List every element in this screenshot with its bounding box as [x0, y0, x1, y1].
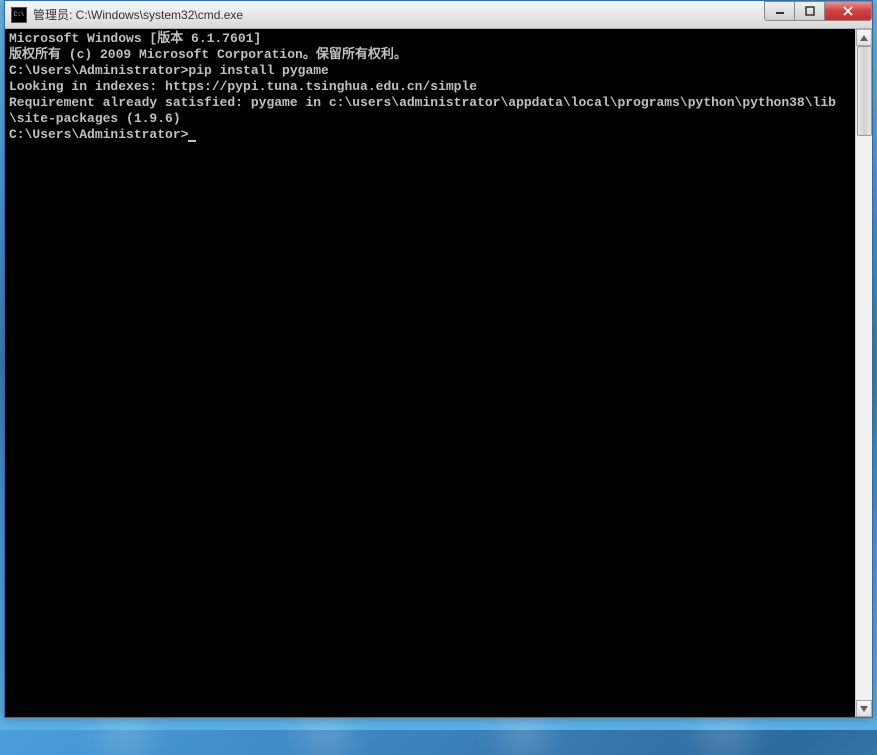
- titlebar[interactable]: 管理员: C:\Windows\system32\cmd.exe: [5, 1, 872, 29]
- window-title: 管理员: C:\Windows\system32\cmd.exe: [33, 6, 764, 23]
- close-button[interactable]: [824, 1, 872, 21]
- window-controls: [764, 1, 872, 21]
- terminal-line: Requirement already satisfied: pygame in…: [9, 95, 851, 127]
- bg-decoration: [700, 715, 750, 755]
- scroll-thumb[interactable]: [857, 46, 872, 136]
- terminal-line: Microsoft Windows [版本 6.1.7601]: [9, 31, 851, 47]
- cmd-icon: [11, 7, 27, 23]
- minimize-button[interactable]: [764, 1, 794, 21]
- cmd-window: 管理员: C:\Windows\system32\cmd.exe Microso…: [4, 0, 873, 718]
- terminal-prompt: C:\Users\Administrator>: [9, 127, 196, 142]
- vertical-scrollbar: [855, 29, 872, 717]
- scroll-up-button[interactable]: [856, 29, 872, 46]
- terminal-line: 版权所有 (c) 2009 Microsoft Corporation。保留所有…: [9, 47, 851, 63]
- terminal-line: Looking in indexes: https://pypi.tuna.ts…: [9, 79, 851, 95]
- prompt-text: C:\Users\Administrator>: [9, 127, 188, 142]
- maximize-button[interactable]: [794, 1, 824, 21]
- terminal-line: C:\Users\Administrator>pip install pygam…: [9, 63, 851, 79]
- bg-decoration: [100, 715, 150, 755]
- bg-decoration: [500, 715, 550, 755]
- cursor-icon: [188, 140, 196, 142]
- terminal-output[interactable]: Microsoft Windows [版本 6.1.7601]版权所有 (c) …: [5, 29, 855, 717]
- scroll-down-button[interactable]: [856, 700, 872, 717]
- terminal-area: Microsoft Windows [版本 6.1.7601]版权所有 (c) …: [5, 29, 872, 717]
- bg-decoration: [300, 715, 350, 755]
